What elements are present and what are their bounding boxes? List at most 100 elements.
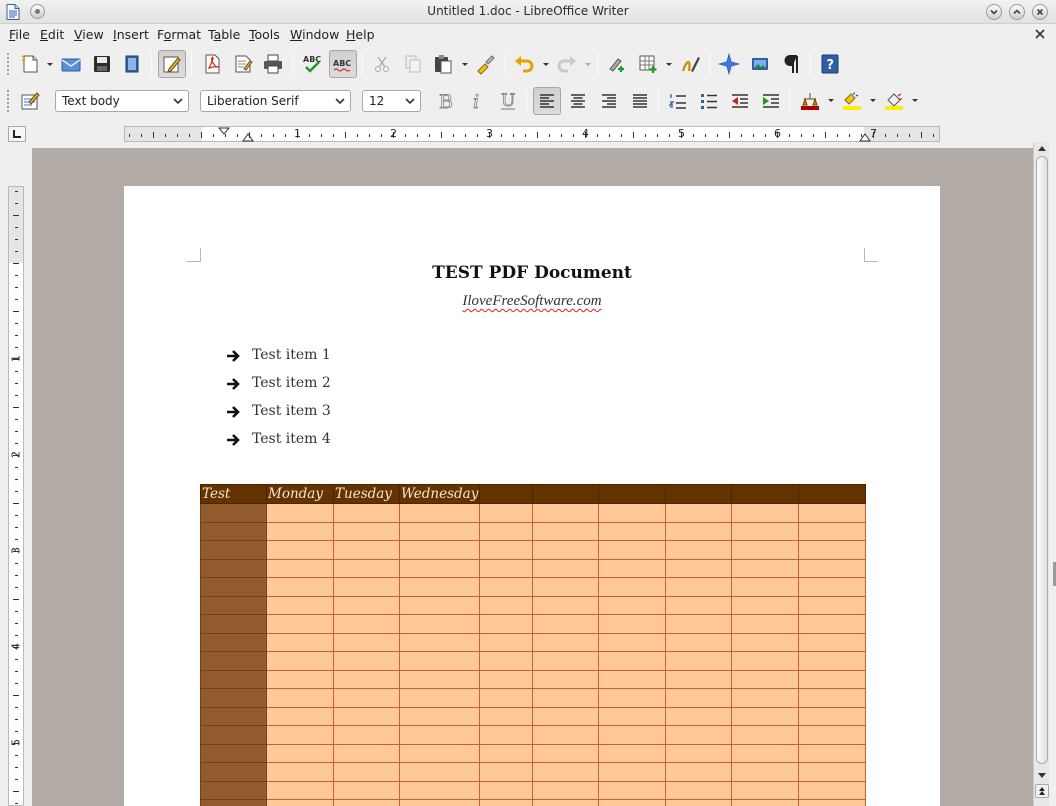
table-cell[interactable] xyxy=(200,762,267,782)
table-cell[interactable] xyxy=(598,521,666,541)
table-cell[interactable] xyxy=(532,706,599,726)
maximize-button[interactable] xyxy=(1009,4,1025,20)
table-cell[interactable] xyxy=(532,503,599,523)
table-cell[interactable] xyxy=(266,614,334,634)
table-cell[interactable] xyxy=(479,762,533,782)
table-cell[interactable] xyxy=(479,725,533,745)
table-cell[interactable] xyxy=(266,725,334,745)
table-cell[interactable] xyxy=(266,558,334,578)
table-cell[interactable] xyxy=(479,558,533,578)
table-cell[interactable] xyxy=(399,669,480,689)
chevron-down-icon[interactable] xyxy=(584,62,592,68)
table-cell[interactable] xyxy=(665,799,732,806)
table-cell[interactable] xyxy=(200,688,267,708)
table-cell[interactable] xyxy=(333,503,400,523)
italic-button[interactable]: i xyxy=(463,87,491,115)
table-cell[interactable] xyxy=(598,780,666,800)
table-cell[interactable] xyxy=(798,503,866,523)
table-cell[interactable] xyxy=(598,743,666,763)
table-cell[interactable] xyxy=(333,540,400,560)
chevron-down-icon[interactable] xyxy=(461,62,469,68)
table-cell[interactable] xyxy=(333,799,400,806)
table-header-cell[interactable]: Tuesday xyxy=(333,484,400,504)
edit-mode-button[interactable] xyxy=(158,50,186,78)
table-cell[interactable] xyxy=(266,743,334,763)
table-cell[interactable] xyxy=(532,577,599,597)
hyperlink-button[interactable] xyxy=(603,50,631,78)
table-cell[interactable] xyxy=(598,706,666,726)
table-cell[interactable] xyxy=(532,632,599,652)
table-cell[interactable] xyxy=(798,651,866,671)
table-header-cell[interactable] xyxy=(532,484,599,504)
navigator-button[interactable] xyxy=(715,50,743,78)
chevron-down-icon[interactable] xyxy=(542,62,550,68)
horizontal-ruler[interactable]: 1 2 3 4 5 6 7 xyxy=(124,126,940,142)
table-cell[interactable] xyxy=(333,632,400,652)
table-cell[interactable] xyxy=(598,725,666,745)
styles-formatting-button[interactable] xyxy=(16,87,44,115)
paragraph-style-select[interactable]: Text body xyxy=(55,90,189,112)
new-document-button[interactable] xyxy=(16,50,44,78)
table-cell[interactable] xyxy=(731,521,799,541)
table-cell[interactable] xyxy=(399,651,480,671)
table-cell[interactable] xyxy=(266,595,334,615)
export-pdf-button[interactable] xyxy=(198,50,226,78)
toolbar-grip[interactable] xyxy=(6,89,10,113)
table-cell[interactable] xyxy=(731,503,799,523)
table-cell[interactable] xyxy=(532,669,599,689)
left-indent-marker[interactable] xyxy=(242,133,254,142)
table-header-cell[interactable] xyxy=(479,484,533,504)
table-cell[interactable] xyxy=(266,688,334,708)
minimize-button[interactable] xyxy=(986,4,1002,20)
table-cell[interactable] xyxy=(798,669,866,689)
table-cell[interactable] xyxy=(532,799,599,806)
table-cell[interactable] xyxy=(479,799,533,806)
table-cell[interactable] xyxy=(798,799,866,806)
cut-button[interactable] xyxy=(368,50,396,78)
table-cell[interactable] xyxy=(200,632,267,652)
numbering-button[interactable] xyxy=(664,87,692,115)
table-cell[interactable] xyxy=(266,762,334,782)
menu-help[interactable]: Help xyxy=(346,27,375,42)
table-cell[interactable] xyxy=(266,651,334,671)
table-cell[interactable] xyxy=(598,632,666,652)
table-cell[interactable] xyxy=(665,780,732,800)
table-cell[interactable] xyxy=(266,780,334,800)
menu-file[interactable]: File xyxy=(9,27,30,42)
table-cell[interactable] xyxy=(200,743,267,763)
font-color-button[interactable] xyxy=(796,87,824,115)
table-cell[interactable] xyxy=(798,577,866,597)
table-header-cell[interactable] xyxy=(798,484,866,504)
table-cell[interactable] xyxy=(731,540,799,560)
table-cell[interactable] xyxy=(266,632,334,652)
table-cell[interactable] xyxy=(399,503,480,523)
chevron-down-icon[interactable] xyxy=(665,62,673,68)
table-cell[interactable] xyxy=(731,706,799,726)
table-cell[interactable] xyxy=(532,688,599,708)
table-header-cell[interactable] xyxy=(665,484,732,504)
document-title[interactable]: TEST PDF Document xyxy=(124,263,940,283)
table-cell[interactable] xyxy=(479,540,533,560)
table-cell[interactable] xyxy=(665,614,732,634)
print-directly-button[interactable] xyxy=(229,50,257,78)
table-cell[interactable] xyxy=(731,632,799,652)
table-cell[interactable] xyxy=(479,595,533,615)
table-cell[interactable] xyxy=(399,762,480,782)
table-cell[interactable] xyxy=(266,540,334,560)
table-cell[interactable] xyxy=(731,688,799,708)
table-cell[interactable] xyxy=(399,688,480,708)
clone-formatting-button[interactable] xyxy=(472,50,500,78)
table-cell[interactable] xyxy=(479,669,533,689)
table-header-cell[interactable]: Test xyxy=(200,484,267,504)
autospellcheck-button[interactable]: ABC xyxy=(329,50,357,78)
table-header-cell[interactable]: Monday xyxy=(266,484,334,504)
font-name-select[interactable]: Liberation Serif xyxy=(200,90,351,112)
help-button[interactable]: ? xyxy=(816,50,844,78)
table-cell[interactable] xyxy=(399,725,480,745)
table-cell[interactable] xyxy=(598,558,666,578)
table-cell[interactable] xyxy=(665,503,732,523)
table-cell[interactable] xyxy=(532,743,599,763)
table-cell[interactable] xyxy=(479,632,533,652)
table-cell[interactable] xyxy=(333,577,400,597)
table-cell[interactable] xyxy=(333,780,400,800)
